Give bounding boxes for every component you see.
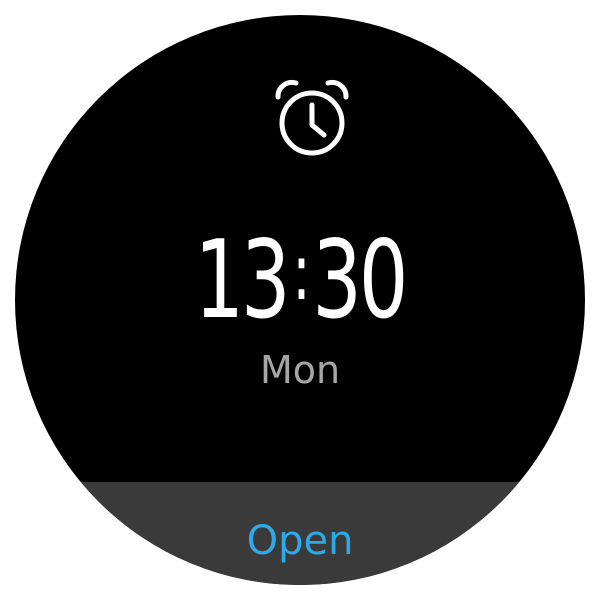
open-button-label: Open [246, 518, 354, 564]
open-button[interactable]: Open [15, 482, 585, 585]
alarm-day: Mon [259, 348, 341, 392]
alarm-clock-icon [275, 79, 349, 156]
watch-screen: 13:30 Mon Open [15, 15, 585, 585]
alarm-time: 13:30 [95, 221, 505, 341]
time-separator: : [291, 228, 311, 318]
alarm-hours: 13 [194, 218, 290, 343]
alarm-minutes: 30 [312, 218, 408, 343]
